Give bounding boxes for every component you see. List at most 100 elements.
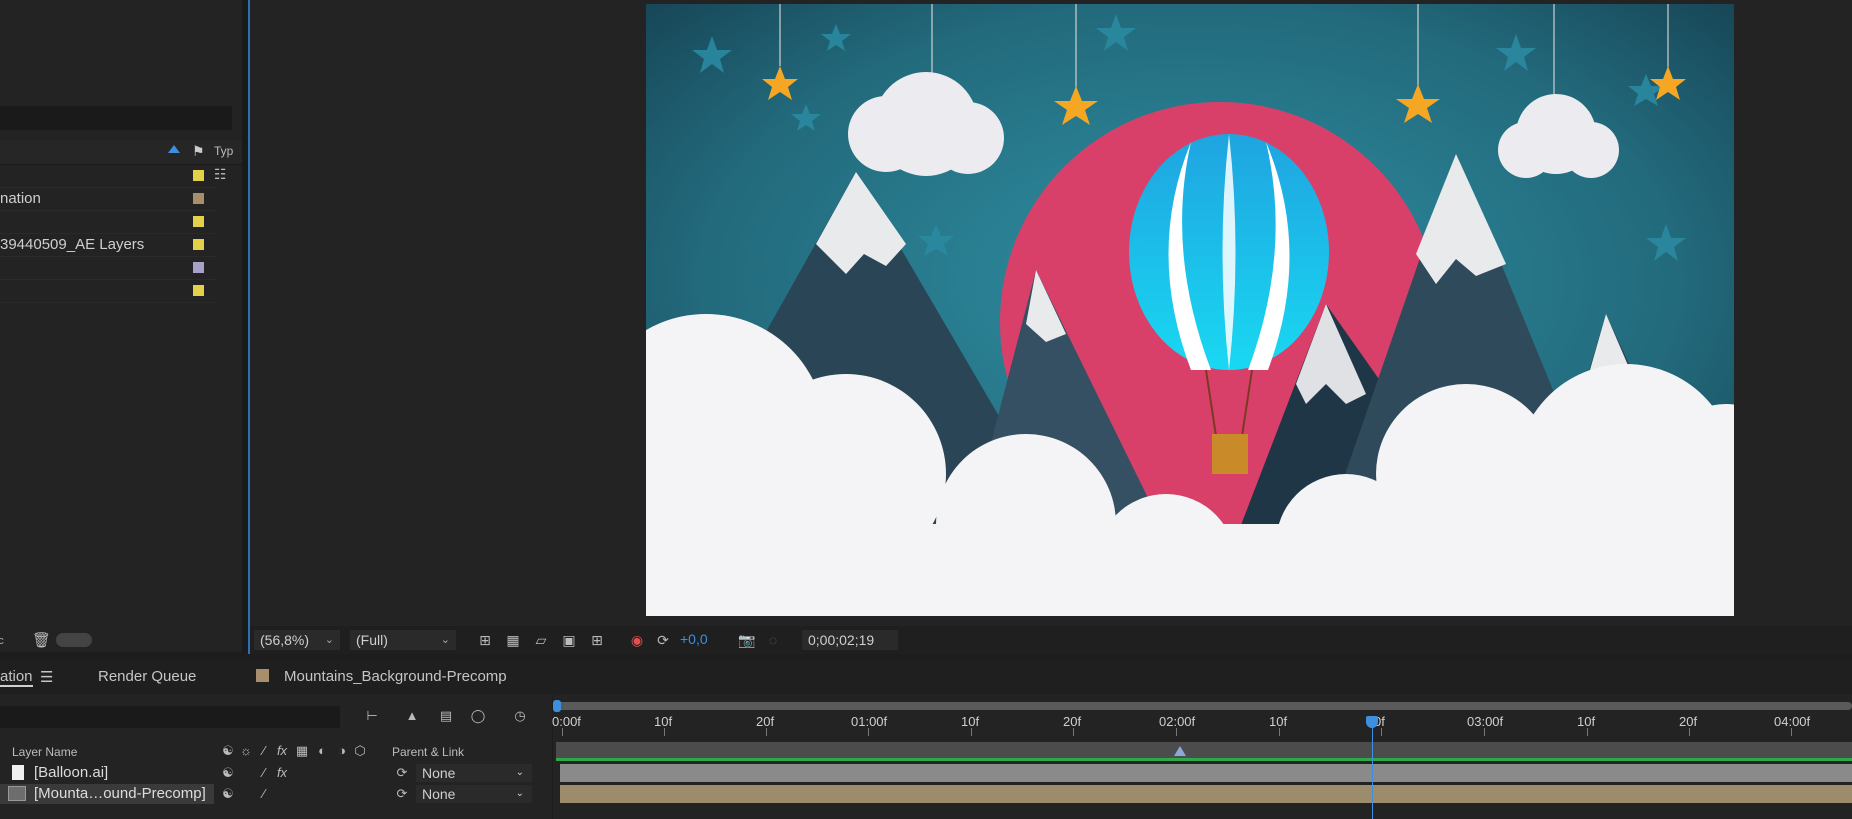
project-panel: ⚑ Typ ☷ nation 39440509_AE Layers bpc 🗑	[0, 0, 242, 652]
ruler-tick-label: 01:00f	[851, 714, 888, 729]
pick-whip-icon[interactable]: ⟳	[394, 786, 410, 802]
ruler-tick-label: 10f	[1269, 714, 1288, 729]
layer-row[interactable]: [Balloon.ai] ☯ ∕ fx ⟳ None ⌄	[0, 763, 552, 783]
guides-icon[interactable]: ⊞	[588, 631, 606, 649]
layer-name-column-header[interactable]: Layer Name	[12, 745, 77, 759]
ruler-tick	[1381, 728, 1382, 736]
magnification-dropdown[interactable]: (56,8%) ⌄	[254, 630, 340, 650]
shy-switch-icon[interactable]: ☯	[220, 765, 236, 781]
label-color-swatch[interactable]	[193, 170, 204, 181]
label-color-swatch[interactable]	[193, 193, 204, 204]
ruler-tick	[1587, 728, 1588, 736]
timeline-search-input[interactable]	[0, 706, 340, 728]
viewer-toolbar: (56,8%) ⌄ (Full) ⌄ ⊞ ▦ ▱ ▣ ⊞ ◉ ⟳ +0,0 📷 ◌ …	[250, 626, 1852, 654]
channels-icon[interactable]: ◉	[628, 631, 646, 649]
reset-exposure-icon[interactable]: ⟳	[654, 631, 672, 649]
ruler-tick	[1791, 728, 1792, 736]
frame-blend-header-icon: ▦	[295, 743, 309, 758]
file-icon	[12, 765, 24, 780]
composition-canvas[interactable]	[646, 4, 1734, 616]
project-column-header: ⚑ Typ	[0, 140, 242, 165]
ruler-tick	[766, 728, 767, 736]
shy-layers-icon[interactable]: ▤	[438, 708, 454, 724]
label-tag-icon[interactable]: ⚑	[192, 143, 205, 160]
tab-menu-icon[interactable]: ☰	[40, 668, 53, 686]
show-snapshot-icon[interactable]: ◌	[764, 631, 782, 649]
layer-row[interactable]: [Mounta…ound-Precomp] ☯ ∕ ⟳ None ⌄	[0, 784, 552, 804]
ruler-tick	[562, 728, 563, 736]
fx-switch-header-icon: fx	[276, 743, 288, 758]
project-item[interactable]: 39440509_AE Layers	[0, 233, 216, 257]
project-search-input[interactable]	[0, 106, 232, 130]
timeline-tab-bar: ation ☰ Render Queue Mountains_Backgroun…	[0, 660, 1852, 694]
project-item[interactable]	[0, 279, 216, 303]
project-item[interactable]	[0, 164, 216, 188]
ruler-tick-label: 10f	[961, 714, 980, 729]
quality-switch-header-icon: ∕	[262, 743, 266, 758]
composition-icon	[8, 786, 26, 801]
frame-blending-icon[interactable]: ◯	[470, 708, 486, 724]
composition-flowchart-icon[interactable]: ⊢	[364, 708, 380, 724]
type-column-header[interactable]: Typ	[214, 144, 233, 158]
ruler-tick	[1073, 728, 1074, 736]
ruler-tick-label: 10f	[654, 714, 673, 729]
pick-whip-icon[interactable]: ⟳	[394, 765, 410, 781]
draft-3d-icon[interactable]: ▲	[404, 708, 420, 724]
tab-render-queue[interactable]: Render Queue	[98, 668, 196, 685]
trash-icon[interactable]: 🗑	[32, 631, 51, 649]
playhead-handle[interactable]	[1366, 716, 1378, 728]
label-color-swatch[interactable]	[193, 262, 204, 273]
project-footer: bpc 🗑	[0, 628, 242, 652]
transparency-grid-icon[interactable]: ▦	[504, 631, 522, 649]
3d-layer-header-icon: ⬡	[354, 743, 366, 758]
project-item[interactable]	[0, 210, 216, 234]
mask-visibility-icon[interactable]: ▱	[532, 631, 550, 649]
ruler-tick	[1484, 728, 1485, 736]
layer-name[interactable]: [Mounta…ound-Precomp]	[34, 785, 206, 802]
graph-editor-icon[interactable]: ◷	[512, 708, 528, 724]
work-area-bar[interactable]	[556, 702, 1852, 710]
playhead-line[interactable]	[1372, 718, 1373, 819]
current-time-display[interactable]: 0;00;02;19	[802, 630, 898, 650]
snapshot-camera-icon[interactable]: 📷	[738, 631, 756, 649]
tab-composition[interactable]: ation	[0, 668, 33, 687]
resolution-dropdown[interactable]: (Full) ⌄	[350, 630, 456, 650]
shy-switch-icon[interactable]: ☯	[220, 786, 236, 802]
sort-ascending-icon[interactable]	[168, 145, 180, 153]
quality-switch-icon[interactable]: ∕	[256, 765, 272, 781]
ruler-tick	[1689, 728, 1690, 736]
layer-duration-bar[interactable]	[560, 785, 1852, 803]
ruler-tick	[1279, 728, 1280, 736]
label-color-swatch[interactable]	[193, 239, 204, 250]
precomp-color-swatch	[256, 669, 269, 682]
bpc-button[interactable]: bpc	[0, 635, 4, 647]
parent-dropdown[interactable]: None ⌄	[416, 764, 532, 782]
quality-switch-icon[interactable]: ∕	[256, 786, 272, 802]
tab-precomp[interactable]: Mountains_Background-Precomp	[284, 668, 507, 685]
comp-marker-track[interactable]	[556, 742, 1852, 758]
render-bar	[556, 758, 1852, 761]
shy-switch-header-icon: ☯	[222, 743, 234, 758]
ruler-tick-label: 02:00f	[1159, 714, 1196, 729]
label-color-swatch[interactable]	[193, 285, 204, 296]
parent-dropdown[interactable]: None ⌄	[416, 785, 532, 803]
exposure-value[interactable]: +0,0	[680, 631, 708, 647]
effects-switch-icon[interactable]: fx	[274, 765, 290, 781]
layer-name[interactable]: [Balloon.ai]	[34, 764, 108, 781]
thumbnail-slider[interactable]	[56, 633, 92, 647]
fast-previews-icon[interactable]: ⊞	[476, 631, 494, 649]
project-item[interactable]: nation	[0, 187, 216, 211]
ruler-tick-label: 04:00f	[1774, 714, 1811, 729]
label-color-swatch[interactable]	[193, 216, 204, 227]
ruler-tick	[1176, 728, 1177, 736]
region-of-interest-icon[interactable]: ▣	[560, 631, 578, 649]
project-item[interactable]	[0, 256, 216, 280]
chevron-down-icon: ⌄	[440, 634, 450, 646]
chevron-down-icon: ⌄	[515, 767, 524, 778]
parent-link-column-header[interactable]: Parent & Link	[392, 745, 464, 759]
work-area-start-handle[interactable]	[553, 700, 561, 712]
chevron-down-icon: ⌄	[515, 788, 524, 799]
ruler-tick-label: 20f	[756, 714, 775, 729]
layer-duration-bar[interactable]	[560, 764, 1852, 782]
comp-marker-icon[interactable]	[1174, 746, 1186, 756]
